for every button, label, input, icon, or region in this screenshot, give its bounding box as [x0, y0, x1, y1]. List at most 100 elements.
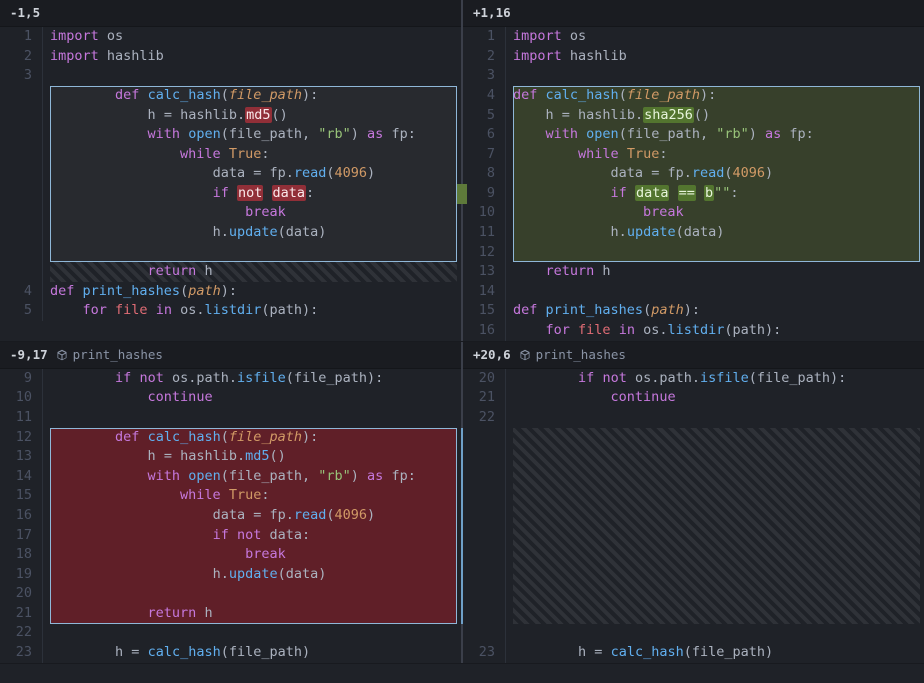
line-number: 20 [463, 369, 505, 389]
code-line[interactable]: 23 h = calc_hash(file_path) [0, 643, 461, 663]
line-number [0, 125, 42, 145]
code-content [505, 447, 513, 467]
code-content [42, 623, 50, 643]
code-line[interactable]: 4def print_hashes(path): [0, 282, 461, 302]
code-body[interactable]: 20 if not os.path.isfile(file_path):21 c… [463, 369, 924, 663]
code-line[interactable]: 4def calc_hash(file_path): [463, 86, 924, 106]
hunk-header-left[interactable]: -9,17print_hashes [0, 342, 461, 369]
hunk-range: -9,17 [10, 346, 48, 364]
code-content: h.update(data) [42, 223, 326, 243]
code-line[interactable]: 14 with open(file_path, "rb") as fp: [0, 467, 461, 487]
line-number [0, 184, 42, 204]
hunk-header-left[interactable]: -1,5 [0, 0, 461, 27]
code-line[interactable]: 22 [0, 623, 461, 643]
code-content: return h [42, 262, 213, 282]
code-line[interactable]: 6 with open(file_path, "rb") as fp: [463, 125, 924, 145]
code-body[interactable]: 9 if not os.path.isfile(file_path):10 co… [0, 369, 461, 663]
code-content [505, 486, 513, 506]
code-content: while True: [42, 486, 269, 506]
left-pane: -1,51import os2import hashlib3 def calc_… [0, 0, 463, 341]
right-pane: +1,161import os2import hashlib34def calc… [463, 0, 924, 341]
code-line[interactable]: 18 break [0, 545, 461, 565]
code-line[interactable]: data = fp.read(4096) [0, 164, 461, 184]
code-line[interactable]: 22 [463, 408, 924, 428]
code-line[interactable]: 1import os [0, 27, 461, 47]
code-line[interactable] [463, 506, 924, 526]
code-body[interactable]: 1import os2import hashlib3 def calc_hash… [0, 27, 461, 321]
code-line[interactable]: 9 if data == b"": [463, 184, 924, 204]
code-line[interactable] [463, 447, 924, 467]
line-number: 14 [0, 467, 42, 487]
code-line[interactable]: 16 data = fp.read(4096) [0, 506, 461, 526]
line-number: 13 [0, 447, 42, 467]
line-number: 1 [463, 27, 505, 47]
code-line[interactable] [0, 243, 461, 263]
code-line[interactable]: 12 [463, 243, 924, 263]
code-line[interactable]: 20 [0, 584, 461, 604]
code-line[interactable]: def calc_hash(file_path): [0, 86, 461, 106]
code-content: h.update(data) [505, 223, 724, 243]
code-line[interactable]: 13 return h [463, 262, 924, 282]
right-pane: +20,6print_hashes20 if not os.path.isfil… [463, 342, 924, 663]
code-body[interactable]: 1import os2import hashlib34def calc_hash… [463, 27, 924, 341]
code-line[interactable] [463, 604, 924, 624]
code-line[interactable]: 10 continue [0, 388, 461, 408]
code-line[interactable]: 2import hashlib [0, 47, 461, 67]
code-line[interactable]: 15def print_hashes(path): [463, 301, 924, 321]
code-line[interactable]: with open(file_path, "rb") as fp: [0, 125, 461, 145]
code-content: continue [505, 388, 676, 408]
code-line[interactable]: 21 continue [463, 388, 924, 408]
code-line[interactable]: 1import os [463, 27, 924, 47]
code-line[interactable]: 9 if not os.path.isfile(file_path): [0, 369, 461, 389]
hunk-header-right[interactable]: +20,6print_hashes [463, 342, 924, 369]
hunk-range: +20,6 [473, 346, 511, 364]
code-line[interactable] [463, 623, 924, 643]
code-line[interactable]: 20 if not os.path.isfile(file_path): [463, 369, 924, 389]
code-line[interactable]: 3 [0, 66, 461, 86]
code-line[interactable]: 17 if not data: [0, 526, 461, 546]
code-line[interactable]: if not data: [0, 184, 461, 204]
code-content: h = calc_hash(file_path) [42, 643, 310, 663]
line-number: 20 [0, 584, 42, 604]
hunk-header-right[interactable]: +1,16 [463, 0, 924, 27]
code-line[interactable]: 11 h.update(data) [463, 223, 924, 243]
code-line[interactable]: 14 [463, 282, 924, 302]
code-content: def print_hashes(path): [505, 301, 700, 321]
code-line[interactable]: 12 def calc_hash(file_path): [0, 428, 461, 448]
line-number: 13 [463, 262, 505, 282]
code-line[interactable] [463, 565, 924, 585]
code-line[interactable] [463, 486, 924, 506]
code-line[interactable]: 15 while True: [0, 486, 461, 506]
code-line[interactable]: 5 h = hashlib.sha256() [463, 106, 924, 126]
code-line[interactable]: h = hashlib.md5() [0, 106, 461, 126]
line-number: 16 [463, 321, 505, 341]
code-line[interactable]: 23 h = calc_hash(file_path) [463, 643, 924, 663]
code-line[interactable]: 3 [463, 66, 924, 86]
code-line[interactable]: 10 break [463, 203, 924, 223]
code-line[interactable]: break [0, 203, 461, 223]
line-number: 2 [463, 47, 505, 67]
code-line[interactable]: while True: [0, 145, 461, 165]
code-content [42, 408, 50, 428]
code-line[interactable]: 7 while True: [463, 145, 924, 165]
code-line[interactable]: h.update(data) [0, 223, 461, 243]
line-number: 4 [0, 282, 42, 302]
line-number [463, 623, 505, 643]
code-line[interactable]: 21 return h [0, 604, 461, 624]
code-line[interactable]: 19 h.update(data) [0, 565, 461, 585]
code-line[interactable]: return h [0, 262, 461, 282]
code-line[interactable]: 13 h = hashlib.md5() [0, 447, 461, 467]
code-content [505, 565, 513, 585]
code-line[interactable] [463, 526, 924, 546]
code-line[interactable]: 8 data = fp.read(4096) [463, 164, 924, 184]
code-line[interactable]: 16 for file in os.listdir(path): [463, 321, 924, 341]
code-line[interactable]: 2import hashlib [463, 47, 924, 67]
code-line[interactable] [463, 545, 924, 565]
code-line[interactable] [463, 584, 924, 604]
code-content: h = hashlib.md5() [42, 447, 286, 467]
line-number: 17 [0, 526, 42, 546]
code-line[interactable] [463, 428, 924, 448]
code-line[interactable]: 5 for file in os.listdir(path): [0, 301, 461, 321]
code-line[interactable]: 11 [0, 408, 461, 428]
code-line[interactable] [463, 467, 924, 487]
